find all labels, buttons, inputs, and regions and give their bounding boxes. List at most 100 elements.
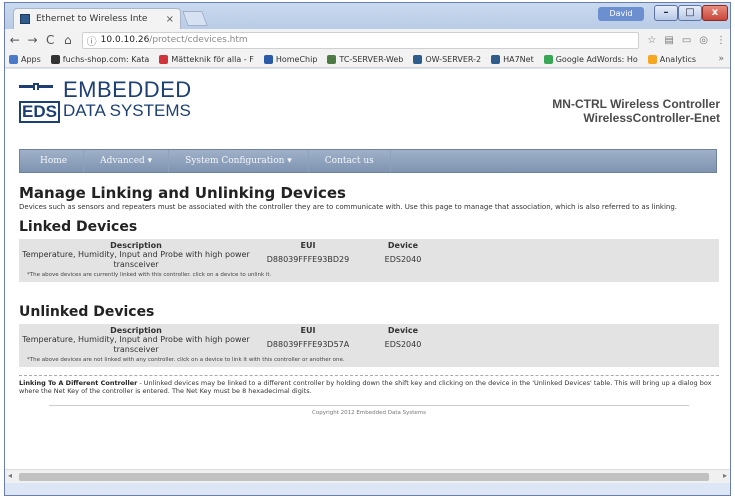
reload-icon[interactable]: C xyxy=(42,33,58,47)
device-name: WirelessController-Enet xyxy=(583,111,720,125)
bookmark-item[interactable]: Analytics xyxy=(647,54,697,64)
linked-note: *The above devices are currently linked … xyxy=(27,272,272,278)
unlinked-row-device[interactable]: EDS2040 xyxy=(363,340,443,350)
profile-button[interactable]: David xyxy=(598,7,644,21)
bookmark-item[interactable]: HomeChip xyxy=(263,54,318,64)
bookmark-label: Analytics xyxy=(659,54,697,64)
device-title: MN-CTRL Wireless Controller WirelessCont… xyxy=(552,97,720,125)
scroll-left-icon[interactable]: ◂ xyxy=(8,471,12,480)
scroll-right-icon[interactable]: ▸ xyxy=(723,471,727,480)
linked-row-device[interactable]: EDS2040 xyxy=(363,255,443,265)
person-icon xyxy=(263,54,273,64)
browser-tab[interactable]: Ethernet to Wireless Inte × xyxy=(13,8,181,29)
device-model: MN-CTRL Wireless Controller xyxy=(552,97,720,111)
column-header-device: Device xyxy=(387,241,419,250)
linking-info: Linking To A Different Controller - Unli… xyxy=(19,379,719,395)
footer-rule xyxy=(49,405,689,406)
unlinked-devices-title: Unlinked Devices xyxy=(19,304,155,320)
nav-advanced[interactable]: Advanced ▾ xyxy=(84,150,170,172)
linked-devices-title: Linked Devices xyxy=(19,219,138,235)
unlinked-row-eui[interactable]: D88039FFFE93D57A xyxy=(253,340,363,350)
horizontal-scrollbar[interactable]: ◂ ▸ xyxy=(5,469,730,483)
page-favicon-icon xyxy=(20,14,30,24)
bookmark-label: Google AdWords: Ho xyxy=(555,54,638,64)
linked-row-eui[interactable]: D88039FFFE93BD29 xyxy=(253,255,363,265)
bookmark-item[interactable]: Apps xyxy=(9,54,41,64)
page-viewport: EDS EMBEDDED DATA SYSTEMS MN-CTRL Wirele… xyxy=(5,69,730,483)
scrollbar-thumb[interactable] xyxy=(19,473,709,481)
main-content: Manage Linking and Unlinking Devices Dev… xyxy=(19,185,719,416)
logo-eds-text: EDS xyxy=(19,101,60,123)
linked-devices-table: Description EUI Device Temperature, Humi… xyxy=(19,241,719,270)
extension-icon[interactable]: ▭ xyxy=(682,35,691,46)
linked-devices-panel: Description EUI Device Temperature, Humi… xyxy=(19,239,719,282)
intro-text: Devices such as sensors and repeaters mu… xyxy=(19,203,678,211)
nav-home[interactable]: Home xyxy=(20,150,85,172)
bookmarks-bar: Apps fuchs-shop.com: Kata Mätteknik för al… xyxy=(5,51,730,68)
adwords-icon xyxy=(543,54,553,64)
bookmark-label: Apps xyxy=(21,54,41,64)
linking-heading: Linking To A Different Controller xyxy=(19,379,138,387)
extension-icon[interactable]: ◎ xyxy=(699,35,708,46)
bookmark-item[interactable]: TC-SERVER-Web xyxy=(327,54,404,64)
logo-line2: DATA SYSTEMS xyxy=(63,101,191,120)
browser-toolbar: ← → C ⌂ ⓘ 10.0.10.26 /protect/cdevices.h… xyxy=(5,29,730,51)
unlinked-devices-table: Description EUI Device Temperature, Humi… xyxy=(19,326,719,355)
title-bar: Ethernet to Wireless Inte × David – □ x xyxy=(5,3,730,29)
column-header-device: Device xyxy=(387,326,419,335)
nav-contact-us[interactable]: Contact us xyxy=(309,150,391,172)
info-icon[interactable]: ⓘ xyxy=(87,33,97,48)
tab-title: Ethernet to Wireless Inte xyxy=(36,14,148,24)
eds-logo-mark: EDS xyxy=(19,79,60,123)
main-nav: Home Advanced ▾ System Configuration ▾ C… xyxy=(19,149,717,173)
bookmark-label: Mätteknik för alla - F xyxy=(171,54,254,64)
page-header: EDS EMBEDDED DATA SYSTEMS MN-CTRL Wirele… xyxy=(5,69,730,147)
column-header-description: Description xyxy=(110,241,162,250)
server-icon xyxy=(413,54,423,64)
close-window-button[interactable]: x xyxy=(702,5,728,21)
maximize-button[interactable]: □ xyxy=(678,5,702,21)
bookmark-item[interactable]: fuchs-shop.com: Kata xyxy=(50,54,150,64)
analytics-icon xyxy=(647,54,657,64)
url-path: /protect/cdevices.htm xyxy=(149,35,248,45)
bookmark-label: OW-SERVER-2 xyxy=(425,54,482,64)
server-icon xyxy=(491,54,501,64)
browser-window: Ethernet to Wireless Inte × David – □ x … xyxy=(4,2,731,496)
unlinked-row-description[interactable]: Temperature, Humidity, Input and Probe w… xyxy=(19,335,253,355)
logo-line1: EMBEDDED xyxy=(63,77,192,102)
chrome-menu-icon[interactable]: ⋮ xyxy=(716,35,726,46)
minimize-button[interactable]: – xyxy=(654,5,678,21)
column-header-description: Description xyxy=(110,326,162,335)
server-icon xyxy=(327,54,337,64)
bookmark-item[interactable]: HA7Net xyxy=(491,54,534,64)
back-arrow-icon[interactable]: ← xyxy=(7,33,23,47)
flag-icon xyxy=(50,54,60,64)
apps-icon xyxy=(9,54,18,64)
bookmark-label: HomeChip xyxy=(275,54,318,64)
unlinked-note: *The above devices are not linked with a… xyxy=(27,357,345,363)
bookmark-label: TC-SERVER-Web xyxy=(339,54,404,64)
new-tab-button[interactable] xyxy=(182,11,208,26)
bookmarks-overflow-icon[interactable]: » xyxy=(718,54,724,64)
bookmark-label: fuchs-shop.com: Kata xyxy=(62,54,150,64)
url-host: 10.0.10.26 xyxy=(100,35,150,45)
nav-system-configuration[interactable]: System Configuration ▾ xyxy=(169,150,309,172)
bookmark-item[interactable]: Google AdWords: Ho xyxy=(543,54,638,64)
extension-icon[interactable]: ▤ xyxy=(664,35,673,46)
eds-logo[interactable]: EDS EMBEDDED DATA SYSTEMS xyxy=(19,79,192,123)
home-icon[interactable]: ⌂ xyxy=(60,33,76,47)
column-header-eui: EUI xyxy=(300,241,316,250)
divider xyxy=(19,375,719,376)
column-header-eui: EUI xyxy=(300,326,316,335)
bookmark-item[interactable]: Mätteknik för alla - F xyxy=(159,54,254,64)
bookmark-star-icon[interactable]: ☆ xyxy=(647,35,656,46)
page-title: Manage Linking and Unlinking Devices xyxy=(19,184,346,202)
address-bar[interactable]: ⓘ 10.0.10.26 /protect/cdevices.htm xyxy=(81,31,640,49)
bookmark-item[interactable]: OW-SERVER-2 xyxy=(413,54,482,64)
bookmark-label: HA7Net xyxy=(503,54,534,64)
tab-close-icon[interactable]: × xyxy=(166,14,174,25)
linked-row-description[interactable]: Temperature, Humidity, Input and Probe w… xyxy=(19,250,253,270)
copyright-text: Copyright 2012 Embedded Data Systems xyxy=(312,410,426,416)
circle-icon xyxy=(159,54,169,64)
forward-arrow-icon[interactable]: → xyxy=(25,33,41,47)
